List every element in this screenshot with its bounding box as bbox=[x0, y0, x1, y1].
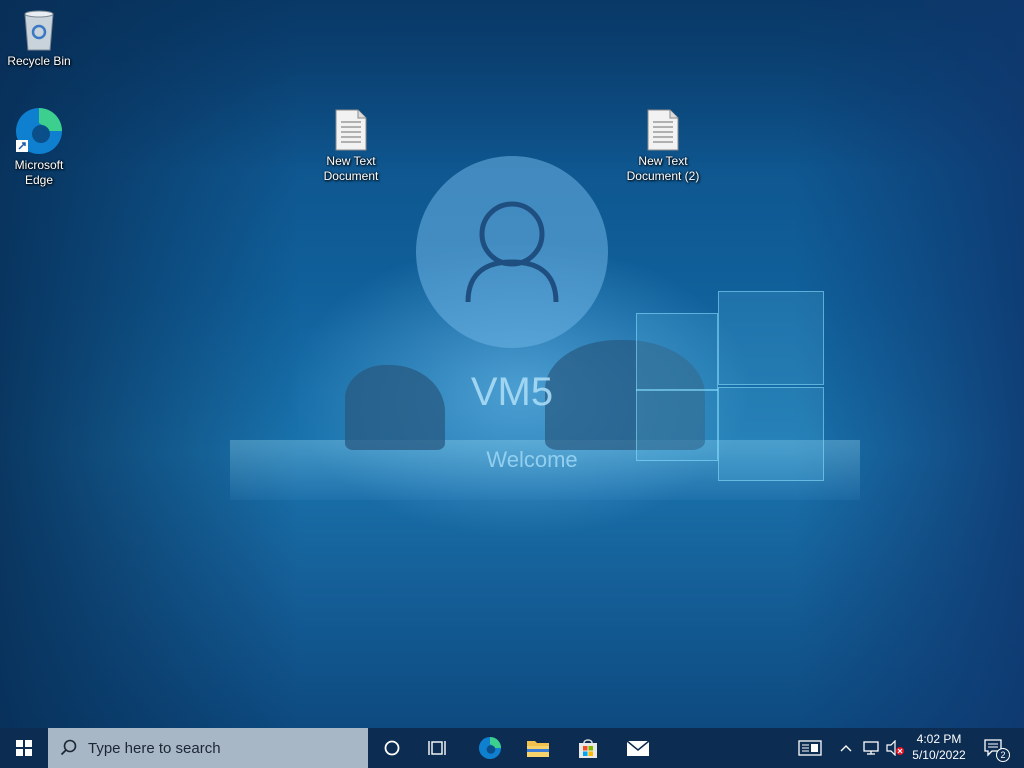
file-explorer-icon bbox=[527, 741, 549, 757]
cortana-icon bbox=[384, 740, 400, 756]
task-view-icon bbox=[428, 741, 446, 755]
news-icon bbox=[798, 740, 822, 756]
taskbar-edge-button[interactable] bbox=[468, 728, 512, 768]
show-hidden-icons-button[interactable] bbox=[838, 728, 854, 768]
text-document-icon bbox=[335, 109, 367, 151]
desktop-icon-recycle-bin[interactable]: Recycle Bin bbox=[1, 8, 77, 69]
text-document-icon bbox=[647, 109, 679, 151]
welcome-status: Welcome bbox=[486, 447, 578, 472]
recycle-bin-label: Recycle Bin bbox=[7, 54, 71, 68]
notification-count-badge: 2 bbox=[996, 748, 1010, 762]
edge-label: Microsoft Edge bbox=[14, 158, 64, 187]
edge-icon bbox=[16, 108, 62, 154]
store-icon bbox=[579, 739, 597, 758]
action-center-button[interactable]: 2 bbox=[978, 728, 1010, 768]
new-text-document-label: New Text Document bbox=[323, 154, 379, 183]
cortana-button[interactable] bbox=[370, 728, 414, 768]
file-explorer-button[interactable] bbox=[516, 728, 560, 768]
volume-button[interactable] bbox=[884, 728, 906, 768]
search-placeholder: Type here to search bbox=[88, 739, 221, 757]
taskbar: Type here to search 4:02 PM 5/10/2022 2 bbox=[0, 728, 1024, 768]
volume-muted-icon bbox=[886, 740, 904, 756]
desktop-icon-new-text-document-2[interactable]: New Text Document (2) bbox=[625, 108, 701, 184]
windows-start-icon bbox=[16, 740, 32, 756]
desktop-background: Recycle Bin Microsoft Edge New Text Docu… bbox=[0, 0, 1024, 728]
edge-icon bbox=[478, 736, 502, 760]
mail-icon bbox=[626, 740, 650, 756]
clock[interactable]: 4:02 PM 5/10/2022 bbox=[906, 731, 972, 763]
user-name: VM5 bbox=[470, 370, 554, 414]
search-icon bbox=[60, 739, 77, 756]
desktop-icon-edge[interactable]: Microsoft Edge bbox=[1, 106, 77, 188]
new-text-document-2-label: New Text Document (2) bbox=[626, 154, 700, 183]
chevron-up-icon bbox=[840, 745, 852, 752]
clock-date: 5/10/2022 bbox=[912, 748, 966, 762]
user-avatar bbox=[416, 156, 608, 348]
taskbar-search-box[interactable]: Type here to search bbox=[48, 728, 368, 768]
network-icon bbox=[863, 741, 879, 755]
recycle-bin-icon bbox=[24, 10, 54, 51]
network-button[interactable] bbox=[860, 728, 882, 768]
store-button[interactable] bbox=[566, 728, 610, 768]
windows-logo-watermark bbox=[636, 291, 824, 481]
clock-time: 4:02 PM bbox=[916, 732, 962, 746]
task-view-button[interactable] bbox=[416, 728, 460, 768]
mail-button[interactable] bbox=[616, 728, 660, 768]
desktop-icon-new-text-document[interactable]: New Text Document bbox=[313, 108, 389, 184]
news-widget-button[interactable] bbox=[792, 728, 828, 768]
user-avatar-icon bbox=[465, 201, 559, 303]
start-button[interactable] bbox=[0, 728, 48, 768]
